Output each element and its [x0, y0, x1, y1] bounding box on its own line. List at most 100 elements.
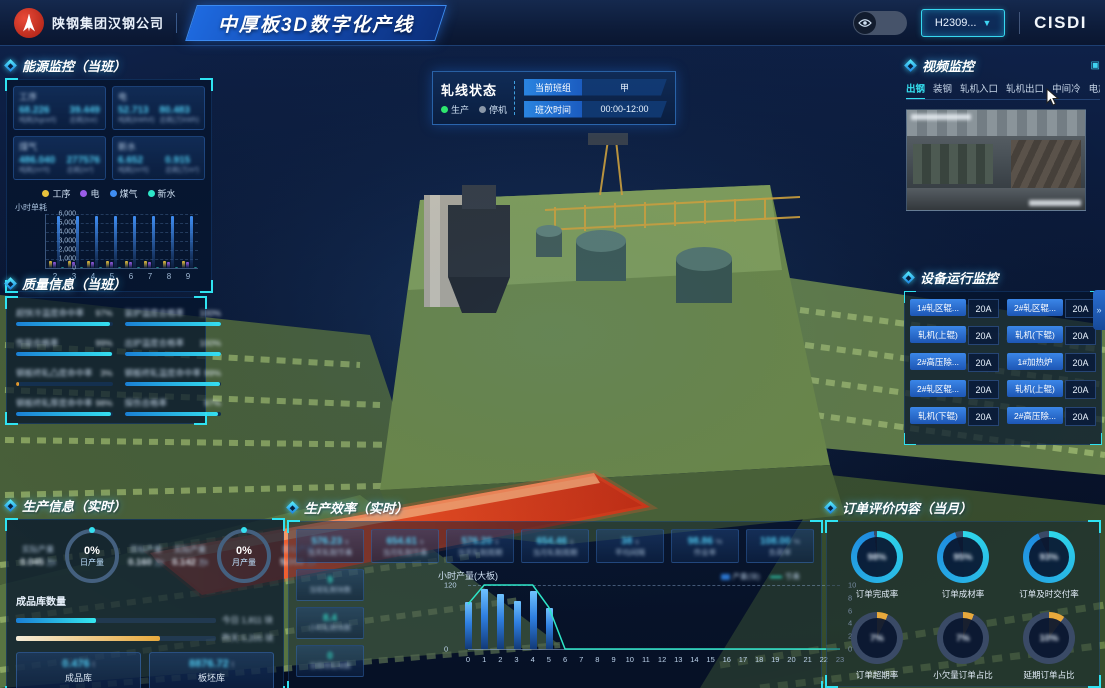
equipment-current-value: 20A [968, 326, 999, 345]
quality-info-panel: 质量信息（当班） 超快冷温度命中率97%装炉温度合格率100%性能合格率99%出… [6, 274, 206, 424]
stat-label: 作业率 [694, 548, 717, 557]
equipment-label: 轧机(上辊) [910, 326, 966, 343]
efficiency-side-cards: 9当班轧制块数8.4小时轧制块数0当班待轧块数 [296, 569, 364, 681]
actual-output-label: 实际产量 [168, 544, 212, 555]
crew-label: 当前班组 [524, 79, 582, 96]
video-tab-轧机出口[interactable]: 轧机出口 [1006, 81, 1044, 95]
bar-电 [148, 262, 151, 268]
diamond-icon [4, 59, 17, 72]
expand-icon[interactable]: ▣ [1091, 60, 1100, 71]
equipment-cell: 2#高压除...20A [1007, 407, 1096, 426]
video-tab-电加热[interactable]: 电加热 [1089, 81, 1100, 95]
bar-工序 [106, 261, 109, 268]
video-tab-轧机入口[interactable]: 轧机入口 [960, 81, 998, 95]
bar-group [106, 216, 121, 268]
equipment-row: 1#轧区辊...20A2#轧区辊...20A [910, 299, 1096, 318]
efficiency-panel: 生产效率（实时） 576.23 s当天轧制节奏654.61 s当月轧制节奏576… [288, 498, 822, 688]
quality-label: 超快冷温度命中率 [16, 307, 84, 319]
energy-unit: 吨耗(m³/t) [118, 166, 149, 175]
energy-unit: 总耗(万m³) [165, 166, 199, 175]
donut-label: 订单及时交付率 [1019, 588, 1079, 600]
equipment-row: 轧机(上辊)20A轧机(下辊)20A [910, 326, 1096, 345]
legend-label: 煤气 [120, 187, 138, 200]
diamond-icon [4, 499, 17, 512]
equipment-cell: 1#加热炉20A [1007, 353, 1096, 372]
diamond-icon [904, 59, 917, 72]
monthly-output-gauge: 0% 月产量 [217, 529, 271, 583]
quality-label: 出炉温度合格率 [125, 337, 185, 349]
equipment-cell: 轧机(上辊)20A [910, 326, 999, 345]
quality-metric: 钢板终轧凸度命中率3% [16, 367, 113, 386]
diamond-icon [824, 501, 837, 514]
video-tab-出钢[interactable]: 出钢 [906, 81, 925, 95]
x-tick-label: 13 [674, 655, 682, 664]
x-tick-label: 10 [626, 655, 634, 664]
equipment-label: 1#轧区辊... [910, 299, 966, 316]
divider [514, 81, 515, 115]
left-y-tick: 0 [444, 645, 448, 654]
quality-percent: 100% [199, 338, 221, 348]
bar-电 [186, 262, 189, 268]
bar-电 [91, 262, 94, 268]
side-label: 当班轧制块数 [309, 587, 351, 595]
x-tick-label: 15 [706, 655, 714, 664]
panel-collapse-handle[interactable]: » [1093, 290, 1105, 330]
quality-bar-track [125, 382, 222, 386]
equipment-label: 2#高压除... [1007, 407, 1063, 424]
side-value: 9 [327, 575, 333, 586]
equipment-row: 轧机(下辊)20A2#高压除...20A [910, 407, 1096, 426]
company-logo [14, 8, 44, 38]
cctv-video-frame[interactable] [906, 109, 1086, 211]
x-tick-label: 12 [658, 655, 666, 664]
energy-unit: 总耗(m³) [67, 166, 100, 175]
stat-label: 当月轧制周期 [533, 548, 578, 557]
energy-card: 新水6.652吨耗(m³/t)0.915总耗(万m³) [112, 136, 205, 180]
equipment-current-value: 20A [1065, 326, 1096, 345]
status-label: 生产 [451, 103, 469, 116]
quality-bar-fill [16, 352, 112, 356]
visibility-toggle[interactable] [853, 11, 907, 35]
energy-card: 电52.713吨耗(kWh/t)80.483总耗(万kWh) [112, 86, 205, 130]
energy-card: 煤气486.040吨耗(m³/t)277576总耗(m³) [13, 136, 106, 180]
diamond-icon [4, 277, 17, 290]
order-donut: 7% 小欠量订单占比 [920, 612, 1006, 681]
x-tick-label: 3 [514, 655, 518, 664]
stat-value: 576.20 s [461, 536, 498, 547]
quality-metric: 钢板终轧厚度命中率98% [16, 397, 113, 416]
legend-label: 节奏 [785, 571, 800, 582]
camera-timestamp-overlay [1029, 200, 1081, 206]
bar-group [182, 216, 197, 268]
stock-bars: 今日 1,811 块昨天 5,205 块 [16, 614, 274, 644]
bar-新水 [175, 267, 178, 268]
daily-output-group: 实际产量 0.045 万t 0% 日产量 目标产量 0.160 万t [16, 529, 168, 583]
efficiency-side-card: 8.4小时轧制块数 [296, 607, 364, 639]
quality-bar-track [16, 382, 113, 386]
header-divider [1019, 12, 1020, 34]
page-title-plate: 中厚板3D数字化产线 [185, 5, 447, 41]
crew-value: 甲 [582, 79, 667, 96]
header-divider [176, 13, 177, 33]
rolling-status-title: 轧线状态 [441, 80, 507, 99]
stat-label: 当月轧制节奏 [383, 548, 428, 557]
heat-number-dropdown[interactable]: H2309... ▼ [921, 9, 1005, 37]
efficiency-stat-card: 576.20 s当天轧制周期 [446, 529, 514, 563]
x-tick-label: 0 [466, 655, 470, 664]
status-legend-item: 生产 [441, 103, 469, 116]
donut-label: 小欠量订单占比 [933, 669, 993, 681]
donut-label: 延期订单占比 [1023, 669, 1074, 681]
bar-电 [129, 262, 132, 268]
legend-label: 工序 [52, 187, 70, 200]
side-value: 0 [327, 651, 333, 662]
warehouse-value: 0.476 t [62, 658, 95, 670]
legend-dot [80, 190, 87, 197]
video-tab-装钢[interactable]: 装钢 [933, 81, 952, 95]
x-tick-label: 5 [547, 655, 551, 664]
video-monitor-panel: 视频监控 ▣ 出钢装钢轧机入口轧机出口中间冷电加热 [906, 56, 1100, 211]
bar-煤气 [114, 216, 117, 268]
orders-panel-title: 订单评价内容（当月） [842, 498, 972, 517]
donut-hole: 95% [943, 537, 983, 577]
donut-ring: 7% [937, 612, 989, 664]
video-tab-中间冷[interactable]: 中间冷 [1052, 81, 1081, 95]
energy-value: 52.713 [118, 105, 155, 116]
legend-dot [42, 190, 49, 197]
